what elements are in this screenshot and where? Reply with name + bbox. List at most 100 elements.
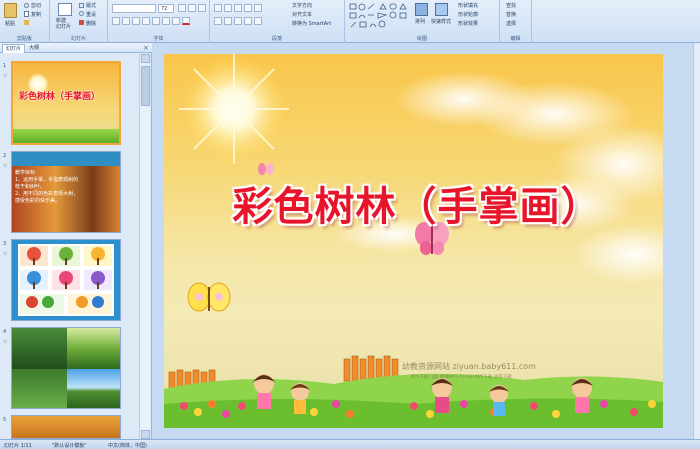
- slide-thumb-1[interactable]: 彩色树林（手掌画）: [11, 61, 121, 145]
- line-spacing-button[interactable]: [254, 4, 262, 12]
- arrange-button-label[interactable]: 排列: [415, 18, 425, 25]
- font-size-field[interactable]: 72: [158, 4, 174, 13]
- slide-number-4: 4: [3, 329, 7, 335]
- quick-styles-button-label[interactable]: 快速样式: [431, 18, 451, 25]
- paste-button-label[interactable]: 粘贴: [5, 20, 15, 27]
- editing-group: 查找 替换 选择 编辑: [500, 0, 532, 43]
- copy-button-label[interactable]: 复制: [31, 11, 41, 18]
- slides-panel: 幻灯片 大纲 × 1 ☆ 彩色树林（手掌画） 2 ☆ 教学目标 1、运用手掌、手…: [0, 43, 152, 439]
- slide-thumb-2[interactable]: 教学目标 1、运用手掌、手指表现树的 枝干和树叶。 2、用不同的色彩表现大树， …: [11, 151, 121, 233]
- thumb-4-photo: [67, 328, 120, 369]
- watermark-subtext: 课件下载 儿歌 故事MP3 FLASH课件下载 试卷下载: [410, 375, 512, 380]
- scroll-thumb[interactable]: [141, 66, 150, 106]
- theme-name: "默认设计模板": [52, 443, 87, 449]
- select-button[interactable]: 选择: [506, 20, 516, 27]
- drawing-group-label: 绘图: [416, 36, 427, 42]
- char-spacing-button[interactable]: [162, 17, 170, 25]
- slide-number-2: 2: [3, 153, 7, 159]
- thumb-4-photo: [12, 369, 67, 408]
- thumb-2-line: 枝干和树叶。: [15, 184, 46, 190]
- italic-button[interactable]: [122, 17, 130, 25]
- panel-scrollbar[interactable]: [139, 54, 150, 439]
- align-left-button[interactable]: [214, 17, 222, 25]
- clipboard-group: 粘贴 剪切 复制 剪贴板: [0, 0, 50, 43]
- editor-scrollbar[interactable]: [693, 43, 700, 439]
- slides-group-label: 幻灯片: [70, 36, 86, 42]
- shrink-font-button[interactable]: [188, 4, 196, 12]
- font-color-button[interactable]: [182, 17, 190, 25]
- reset-icon[interactable]: [79, 11, 84, 16]
- underline-button[interactable]: [132, 17, 140, 25]
- slide-number-5: 5: [3, 417, 7, 423]
- thumb-2-line: 教学目标: [15, 170, 36, 176]
- clipboard-group-label: 剪贴板: [16, 36, 32, 42]
- close-panel-icon[interactable]: ×: [143, 44, 149, 52]
- delete-button-label[interactable]: 删除: [86, 20, 96, 27]
- font-group: 72 字体: [108, 0, 210, 43]
- slide-number-1: 1: [3, 63, 7, 69]
- numbering-button[interactable]: [224, 4, 232, 12]
- columns-button[interactable]: [254, 17, 262, 25]
- thumb-2-text: 教学目标 1、运用手掌、手指表现树的 枝干和树叶。 2、用不同的色彩表现大树， …: [15, 170, 119, 205]
- replace-button[interactable]: 替换: [506, 11, 516, 18]
- scroll-down-button[interactable]: [141, 430, 150, 439]
- cut-icon[interactable]: [24, 3, 29, 8]
- quick-styles-icon[interactable]: [435, 3, 448, 16]
- text-direction-button[interactable]: 文字方向: [292, 2, 312, 9]
- strikethrough-button[interactable]: [142, 17, 150, 25]
- watermark-site: 幼教资源网站 ziyuan.baby611.com: [402, 362, 536, 371]
- change-case-button[interactable]: [172, 17, 180, 25]
- thumb-4-photo: [67, 369, 120, 408]
- cut-button-label[interactable]: 剪切: [31, 2, 41, 9]
- align-text-button[interactable]: 对齐文本: [292, 11, 312, 18]
- shape-effects-button[interactable]: 形状效果: [458, 20, 478, 27]
- shadow-button[interactable]: [152, 17, 160, 25]
- tab-slides[interactable]: 幻灯片: [2, 44, 26, 53]
- editing-group-label: 编辑: [510, 36, 521, 42]
- thumb-1-title: 彩色树林（手掌画）: [19, 92, 101, 102]
- layout-button-label[interactable]: 版式: [86, 2, 96, 9]
- shapes-gallery[interactable]: [349, 3, 409, 33]
- new-slide-button-label[interactable]: 新建 幻灯片: [56, 18, 71, 30]
- slide-1[interactable]: 彩色树林（手掌画） 幼教资源网站 ziyuan.baby611.com 课件下载…: [164, 54, 663, 428]
- find-button[interactable]: 查找: [506, 2, 516, 9]
- align-right-button[interactable]: [234, 17, 242, 25]
- tab-outline[interactable]: 大纲: [26, 44, 42, 53]
- paragraph-group-label: 段落: [271, 36, 282, 42]
- clear-format-button[interactable]: [198, 4, 206, 12]
- layout-icon[interactable]: [79, 3, 84, 8]
- new-slide-icon[interactable]: [58, 3, 72, 16]
- shape-outline-button[interactable]: 形状轮廓: [458, 11, 478, 18]
- thumb-2-line: 感受色彩的快乐美。: [15, 198, 61, 204]
- reset-button-label[interactable]: 重设: [86, 11, 96, 18]
- decrease-indent-button[interactable]: [234, 4, 242, 12]
- thumb-2-banner: [12, 152, 120, 166]
- increase-indent-button[interactable]: [244, 4, 252, 12]
- thumb-3-canvas: [18, 244, 114, 316]
- format-painter-icon[interactable]: [24, 20, 29, 25]
- justify-button[interactable]: [244, 17, 252, 25]
- thumb-2-line: 1、运用手掌、手指表现树的: [15, 177, 79, 183]
- slide-thumb-5[interactable]: [11, 415, 121, 439]
- yellow-butterfly: [187, 282, 231, 312]
- slide-title[interactable]: 彩色树林（手掌画）: [192, 174, 642, 232]
- thumb-2-line: 2、用不同的色彩表现大树，: [15, 191, 79, 197]
- delete-icon[interactable]: [79, 20, 84, 25]
- slide-thumb-3[interactable]: [11, 239, 121, 321]
- arrange-icon[interactable]: [415, 3, 428, 16]
- grow-font-button[interactable]: [178, 4, 186, 12]
- panel-tabs: 幻灯片 大纲 ×: [0, 43, 152, 53]
- shape-fill-button[interactable]: 形状填充: [458, 2, 478, 9]
- scroll-up-button[interactable]: [141, 54, 150, 63]
- paste-icon[interactable]: [4, 3, 17, 18]
- slide-thumb-4[interactable]: [11, 327, 121, 409]
- smartart-button[interactable]: 转换为 SmartArt: [292, 20, 331, 27]
- align-center-button[interactable]: [224, 17, 232, 25]
- sun-rays: [179, 54, 289, 164]
- font-name-field[interactable]: [112, 4, 156, 13]
- bullets-button[interactable]: [214, 4, 222, 12]
- bold-button[interactable]: [112, 17, 120, 25]
- transition-icon: ☆: [3, 251, 8, 257]
- ribbon: 粘贴 剪切 复制 剪贴板 新建 幻灯片 版式 重设 删除 幻灯片 72 字体 文…: [0, 0, 700, 43]
- copy-icon[interactable]: [24, 11, 29, 17]
